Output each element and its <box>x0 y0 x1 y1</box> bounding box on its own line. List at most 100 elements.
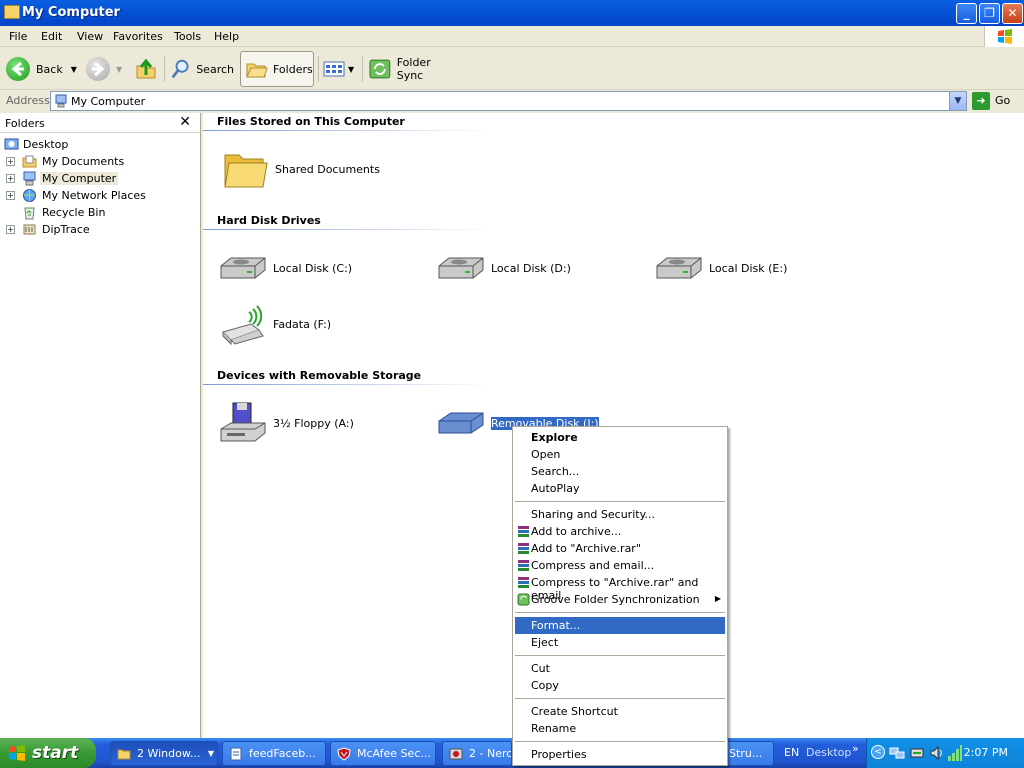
menu-item-label: Search... <box>531 465 580 478</box>
menu-help[interactable]: Help <box>214 30 239 43</box>
taskbar-button-nero[interactable]: 2 - Nero ... <box>442 741 512 766</box>
folders-button[interactable]: Folders <box>240 51 314 87</box>
menu-separator <box>515 655 725 656</box>
menu-item-properties[interactable]: Properties <box>515 746 725 763</box>
document-icon <box>230 747 242 761</box>
desktop-toolbar[interactable]: Desktop <box>806 746 851 759</box>
address-input[interactable]: My Computer ▼ <box>50 91 967 111</box>
item-fadata[interactable]: Fadata (F:) <box>219 302 419 350</box>
search-button[interactable]: Search <box>170 51 234 87</box>
menu-separator <box>515 501 725 502</box>
up-folder-button[interactable] <box>134 51 160 87</box>
tree-item-my-documents[interactable]: + My Documents <box>0 153 200 170</box>
back-button[interactable]: Back ▼ <box>6 51 78 87</box>
menu-item-add-to-archive-rar[interactable]: Add to "Archive.rar" <box>515 540 725 557</box>
expand-icon[interactable]: + <box>6 191 15 200</box>
folder-sync-button[interactable]: Folder Sync <box>368 51 460 87</box>
my-computer-icon <box>55 94 67 108</box>
start-label: start <box>32 743 79 763</box>
maximize-button[interactable]: ❐ <box>979 3 1000 24</box>
menu-item-label: Open <box>531 448 561 461</box>
menu-favorites[interactable]: Favorites <box>113 30 163 43</box>
winrar-icon <box>518 577 529 588</box>
menu-item-compress-to-rar-email[interactable]: Compress to "Archive.rar" and email <box>515 574 725 602</box>
expand-icon[interactable]: + <box>6 157 15 166</box>
item-label: Local Disk (D:) <box>491 262 571 275</box>
language-indicator[interactable]: EN <box>784 746 799 759</box>
menu-item-sharing-security[interactable]: Sharing and Security... <box>515 506 725 523</box>
item-local-disk-c[interactable]: Local Disk (C:) <box>219 246 419 294</box>
minimize-button[interactable]: _ <box>956 3 977 24</box>
desktop-icon <box>4 138 19 150</box>
taskbar-button-windows-explorer[interactable]: 2 Window... ▼ <box>110 741 218 766</box>
folder-sync-label: Folder Sync <box>396 56 431 82</box>
tree-item-label: DipTrace <box>42 223 90 236</box>
menu-item-compress-email[interactable]: Compress and email... <box>515 557 725 574</box>
menu-item-autoplay[interactable]: AutoPlay <box>515 480 725 497</box>
tree-item-my-network-places[interactable]: + My Network Places <box>0 187 200 204</box>
taskbar-button-feedfacebook[interactable]: feedFaceb... <box>222 741 326 766</box>
menu-item-search[interactable]: Search... <box>515 463 725 480</box>
item-label: 3½ Floppy (A:) <box>273 417 354 430</box>
tree-item-diptrace[interactable]: + DipTrace <box>0 221 200 238</box>
explorer-window: My Computer _ ❐ ✕ File Edit View Favorit… <box>0 0 1024 766</box>
menu-item-explore[interactable]: Explore <box>515 429 725 446</box>
item-shared-documents[interactable]: Shared Documents <box>221 147 421 195</box>
menu-tools[interactable]: Tools <box>174 30 201 43</box>
menu-item-groove-sync[interactable]: Groove Folder Synchronization ▶ <box>515 591 725 608</box>
tree-item-desktop[interactable]: Desktop <box>0 136 200 153</box>
menu-file[interactable]: File <box>9 30 27 43</box>
menu-view[interactable]: View <box>77 30 103 43</box>
views-button[interactable]: ▼ <box>322 51 358 87</box>
menu-item-cut[interactable]: Cut <box>515 660 725 677</box>
menu-item-copy[interactable]: Copy <box>515 677 725 694</box>
menu-item-rename[interactable]: Rename <box>515 720 725 737</box>
menu-item-label: Add to "Archive.rar" <box>531 542 641 555</box>
expand-icon[interactable]: + <box>6 225 15 234</box>
chevron-down-icon[interactable]: ▼ <box>949 92 966 110</box>
go-button[interactable]: ➜ Go <box>972 92 1020 110</box>
item-label: Local Disk (E:) <box>709 262 788 275</box>
network-icon[interactable] <box>889 745 905 761</box>
clock[interactable]: 2:07 PM <box>964 746 1008 759</box>
signal-strength-icon[interactable] <box>947 744 963 762</box>
folders-pane-title: Folders <box>5 117 45 130</box>
close-button[interactable]: ✕ <box>1002 3 1023 24</box>
group-divider <box>203 384 493 385</box>
menu-item-label: AutoPlay <box>531 482 580 495</box>
tree-item-recycle-bin[interactable]: Recycle Bin <box>0 204 200 221</box>
item-floppy-a[interactable]: 3½ Floppy (A:) <box>219 401 419 449</box>
item-local-disk-d[interactable]: Local Disk (D:) <box>437 246 637 294</box>
menu-item-label: Create Shortcut <box>531 705 618 718</box>
volume-icon[interactable] <box>929 745 945 761</box>
nero-icon <box>449 748 463 760</box>
toolbar-chevron-icon[interactable]: » <box>852 742 859 755</box>
show-hidden-icons-icon[interactable]: < <box>871 745 885 759</box>
chevron-down-icon: ▼ <box>207 749 214 758</box>
start-button[interactable]: start <box>0 738 96 768</box>
close-icon[interactable]: ✕ <box>179 114 191 130</box>
expand-icon[interactable]: + <box>6 174 15 183</box>
menu-item-add-to-archive[interactable]: Add to archive... <box>515 523 725 540</box>
forward-button[interactable]: ▼ <box>86 51 126 87</box>
title-bar[interactable]: My Computer _ ❐ ✕ <box>0 0 1024 26</box>
menu-edit[interactable]: Edit <box>41 30 62 43</box>
back-label: Back <box>36 62 63 76</box>
safely-remove-hardware-icon[interactable] <box>909 745 925 761</box>
menu-item-eject[interactable]: Eject <box>515 634 725 651</box>
chevron-down-icon[interactable]: ▼ <box>71 65 77 74</box>
tree-item-label: Desktop <box>23 138 69 151</box>
item-local-disk-e[interactable]: Local Disk (E:) <box>655 246 855 294</box>
window-title: My Computer <box>22 5 120 20</box>
menu-item-open[interactable]: Open <box>515 446 725 463</box>
menu-item-format[interactable]: Format... <box>515 617 725 634</box>
menu-bar: File Edit View Favorites Tools Help <box>0 26 1024 47</box>
menu-item-label: Properties <box>531 748 587 761</box>
search-icon <box>171 59 189 79</box>
folder-icon <box>117 749 131 760</box>
taskbar-button-mcafee[interactable]: McAfee Sec... <box>330 741 436 766</box>
menu-item-create-shortcut[interactable]: Create Shortcut <box>515 703 725 720</box>
tree-item-my-computer[interactable]: + My Computer <box>0 170 200 187</box>
item-label: Shared Documents <box>275 163 380 176</box>
mcafee-shield-icon <box>337 747 351 761</box>
